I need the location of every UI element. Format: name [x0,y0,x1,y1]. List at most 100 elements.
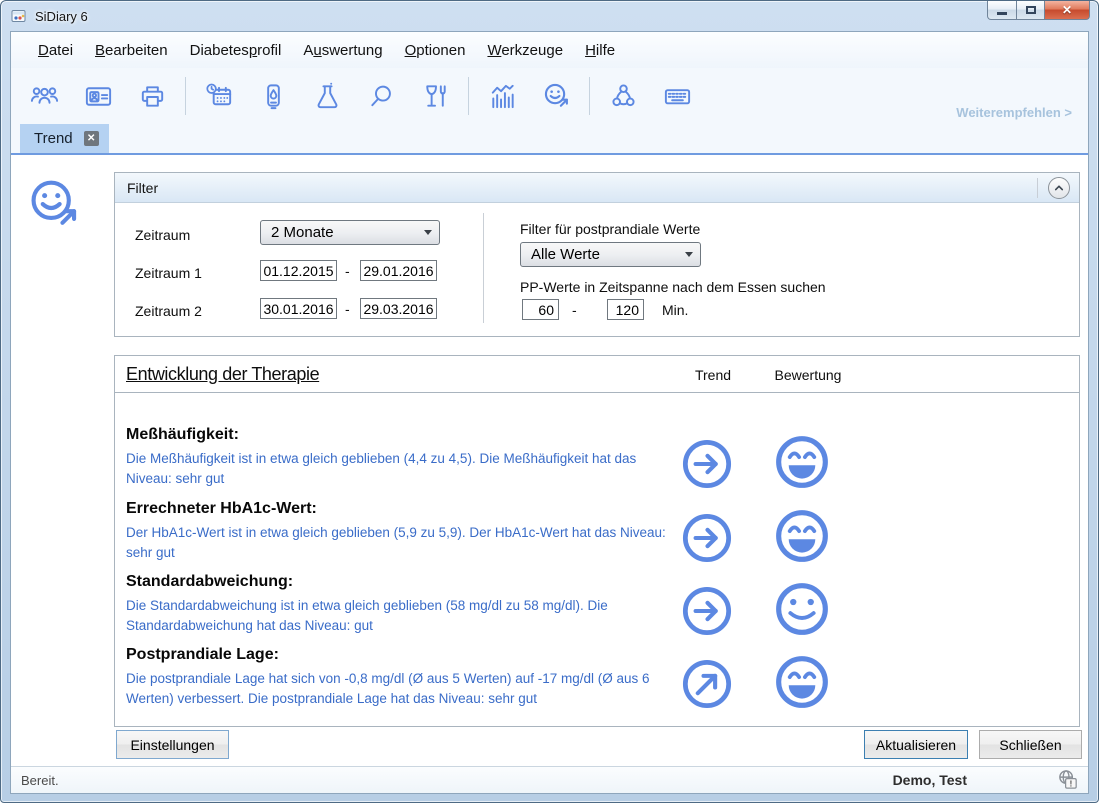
pp-unit-label: Min. [662,302,688,318]
chevron-down-icon [424,230,432,235]
toolbar-separator [589,77,590,115]
tab-trend[interactable]: Trend ✕ [20,124,109,153]
pp-max-input[interactable] [607,299,644,320]
arrow-right-circle-icon [681,585,733,637]
zeitraum-dropdown[interactable]: 2 Monate [260,220,440,245]
zeitraum1-label: Zeitraum 1 [135,265,202,281]
settings-button[interactable]: Einstellungen [116,730,229,759]
client-area: DateiBearbeitenDiabetesprofilAuswertungO… [10,31,1089,794]
pp-filter-dropdown[interactable]: Alle Werte [520,242,701,267]
tab-close-icon[interactable]: ✕ [84,131,99,146]
share-icon[interactable] [600,74,646,118]
therapy-row-title: Standardabweichung: [126,573,726,591]
pp-min-input[interactable] [522,299,559,320]
zeitraum2-label: Zeitraum 2 [135,303,202,319]
therapy-panel: Entwicklung der Therapie Trend Bewertung… [114,355,1080,727]
therapy-row: Meßhäufigkeit: Die Meßhäufigkeit ist in e… [126,426,726,488]
status-bar: Bereit. Demo, Test ! [11,766,1088,793]
therapy-row-description: Der HbA1c-Wert ist in etwa gleich geblie… [126,523,679,562]
flask-icon[interactable] [304,74,350,118]
zeitraum-label: Zeitraum [135,227,190,243]
arrow-up-right-circle-icon [681,658,733,710]
users-icon[interactable] [21,74,67,118]
pp-filter-label: Filter für postprandiale Werte [520,221,700,237]
smiley-laugh-icon [774,508,830,564]
collapse-panel-button[interactable] [1048,177,1070,199]
glucose-meter-icon[interactable] [250,74,296,118]
glass-fork-icon[interactable] [412,74,458,118]
column-header-rating: Bewertung [768,367,848,383]
menu-datei[interactable]: Datei [27,37,84,64]
smiley-laugh-icon [774,654,830,710]
therapy-title: Entwicklung der Therapie [126,364,319,385]
therapy-row-title: Meßhäufigkeit: [126,426,726,444]
menu-diabetesprofil[interactable]: Diabetesprofil [179,37,293,64]
caption-buttons: ✕ [987,1,1090,20]
filter-panel: Filter Zeitraum 2 Monate Zeitraum 1 - Ze… [114,172,1080,337]
toolbar-separator [468,77,469,115]
therapy-row: Postprandiale Lage: Die postprandiale Lag… [126,646,726,708]
globe-warning-icon: ! [1057,769,1080,792]
zeitraum2-to-input[interactable] [360,298,437,319]
toolbar-icons [21,74,700,118]
therapy-row-title: Postprandiale Lage: [126,646,726,664]
therapy-row: Standardabweichung:Die Standardabweichun… [126,573,726,635]
search-icon[interactable] [358,74,404,118]
close-button[interactable]: ✕ [1045,1,1090,20]
svg-text:!: ! [1069,779,1072,789]
id-card-icon[interactable] [75,74,121,118]
zeitraum1-from-input[interactable] [260,260,337,281]
close-icon: ✕ [1062,4,1072,16]
filter-title: Filter [127,180,158,196]
filter-panel-header: Filter [115,173,1079,203]
menu-werkzeuge[interactable]: Werkzeuge [476,37,574,64]
minimize-icon [997,12,1007,15]
window-title: SiDiary 6 [35,9,88,24]
minimize-button[interactable] [987,1,1017,20]
menu-bearbeiten[interactable]: Bearbeiten [84,37,179,64]
calendar-clock-icon[interactable] [196,74,242,118]
title-bar[interactable]: SiDiary 6 ✕ [1,1,1098,31]
tab-label: Trend [34,130,73,147]
menu-auswertung[interactable]: Auswertung [292,37,393,64]
toolbar-separator [185,77,186,115]
zeitraum-dropdown-value: 2 Monate [271,224,334,241]
toolbar: Weiterempfehlen > [11,68,1088,124]
therapy-row-description: Die postprandiale Lage hat sich von -0,8… [126,669,679,708]
pp-filter-dropdown-value: Alle Werte [531,246,600,263]
zeitraum2-from-input[interactable] [260,298,337,319]
toolbar-group [21,74,175,118]
toolbar-group [600,74,700,118]
smiley-happy-icon [774,581,830,637]
chart-icon[interactable] [479,74,525,118]
therapy-row-description: Die Meßhäufigkeit ist in etwa gleich geb… [126,449,679,488]
chevron-up-icon [1051,180,1067,196]
app-icon [11,8,28,24]
arrow-right-circle-icon [681,512,733,564]
column-header-trend: Trend [683,367,743,383]
therapy-row-title: Errechneter HbA1c-Wert: [126,500,726,518]
keyboard-icon[interactable] [654,74,700,118]
status-text: Bereit. [21,773,59,788]
menu-hilfe[interactable]: Hilfe [574,37,626,64]
smiley-trend-icon[interactable] [533,74,579,118]
trend-smiley-icon [24,175,84,235]
range-dash: - [345,301,350,317]
tab-strip: Trend ✕ [11,124,1088,155]
zeitraum1-to-input[interactable] [360,260,437,281]
refresh-button[interactable]: Aktualisieren [864,730,968,759]
recommend-link[interactable]: Weiterempfehlen > [956,105,1072,120]
smiley-laugh-icon [774,434,830,490]
menu-bar: DateiBearbeitenDiabetesprofilAuswertungO… [11,32,1088,68]
current-user-label: Demo, Test [893,772,967,788]
toolbar-group [479,74,579,118]
maximize-icon [1026,6,1036,14]
range-dash: - [572,302,577,318]
menu-optionen[interactable]: Optionen [394,37,477,64]
close-window-button[interactable]: Schließen [979,730,1082,759]
maximize-button[interactable] [1017,1,1045,20]
printer-icon[interactable] [129,74,175,118]
therapy-panel-header: Entwicklung der Therapie Trend Bewertung [115,356,1079,393]
range-dash: - [345,263,350,279]
pp-span-label: PP-Werte in Zeitspanne nach dem Essen su… [520,279,826,295]
